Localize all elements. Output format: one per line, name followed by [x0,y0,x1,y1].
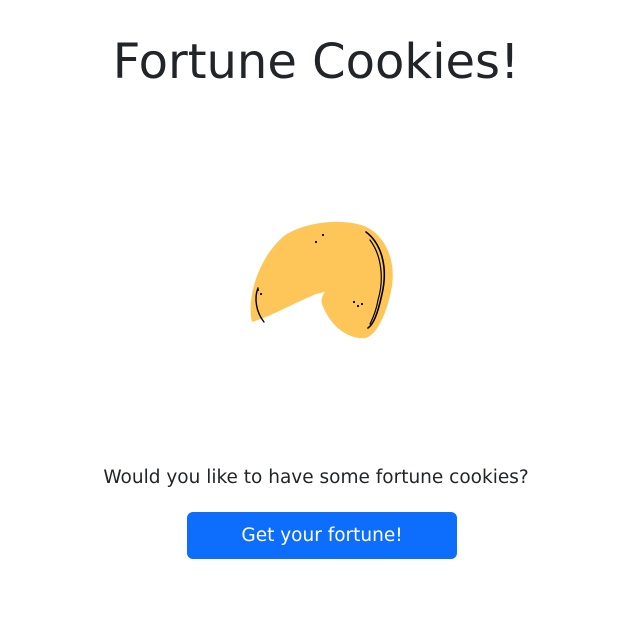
prompt-text: Would you like to have some fortune cook… [103,467,529,488]
fortune-cookie-image [246,218,396,342]
get-fortune-button[interactable]: Get your fortune! [187,512,457,559]
page-title: Fortune Cookies! [112,34,520,90]
fortune-cookie-icon [250,221,393,339]
